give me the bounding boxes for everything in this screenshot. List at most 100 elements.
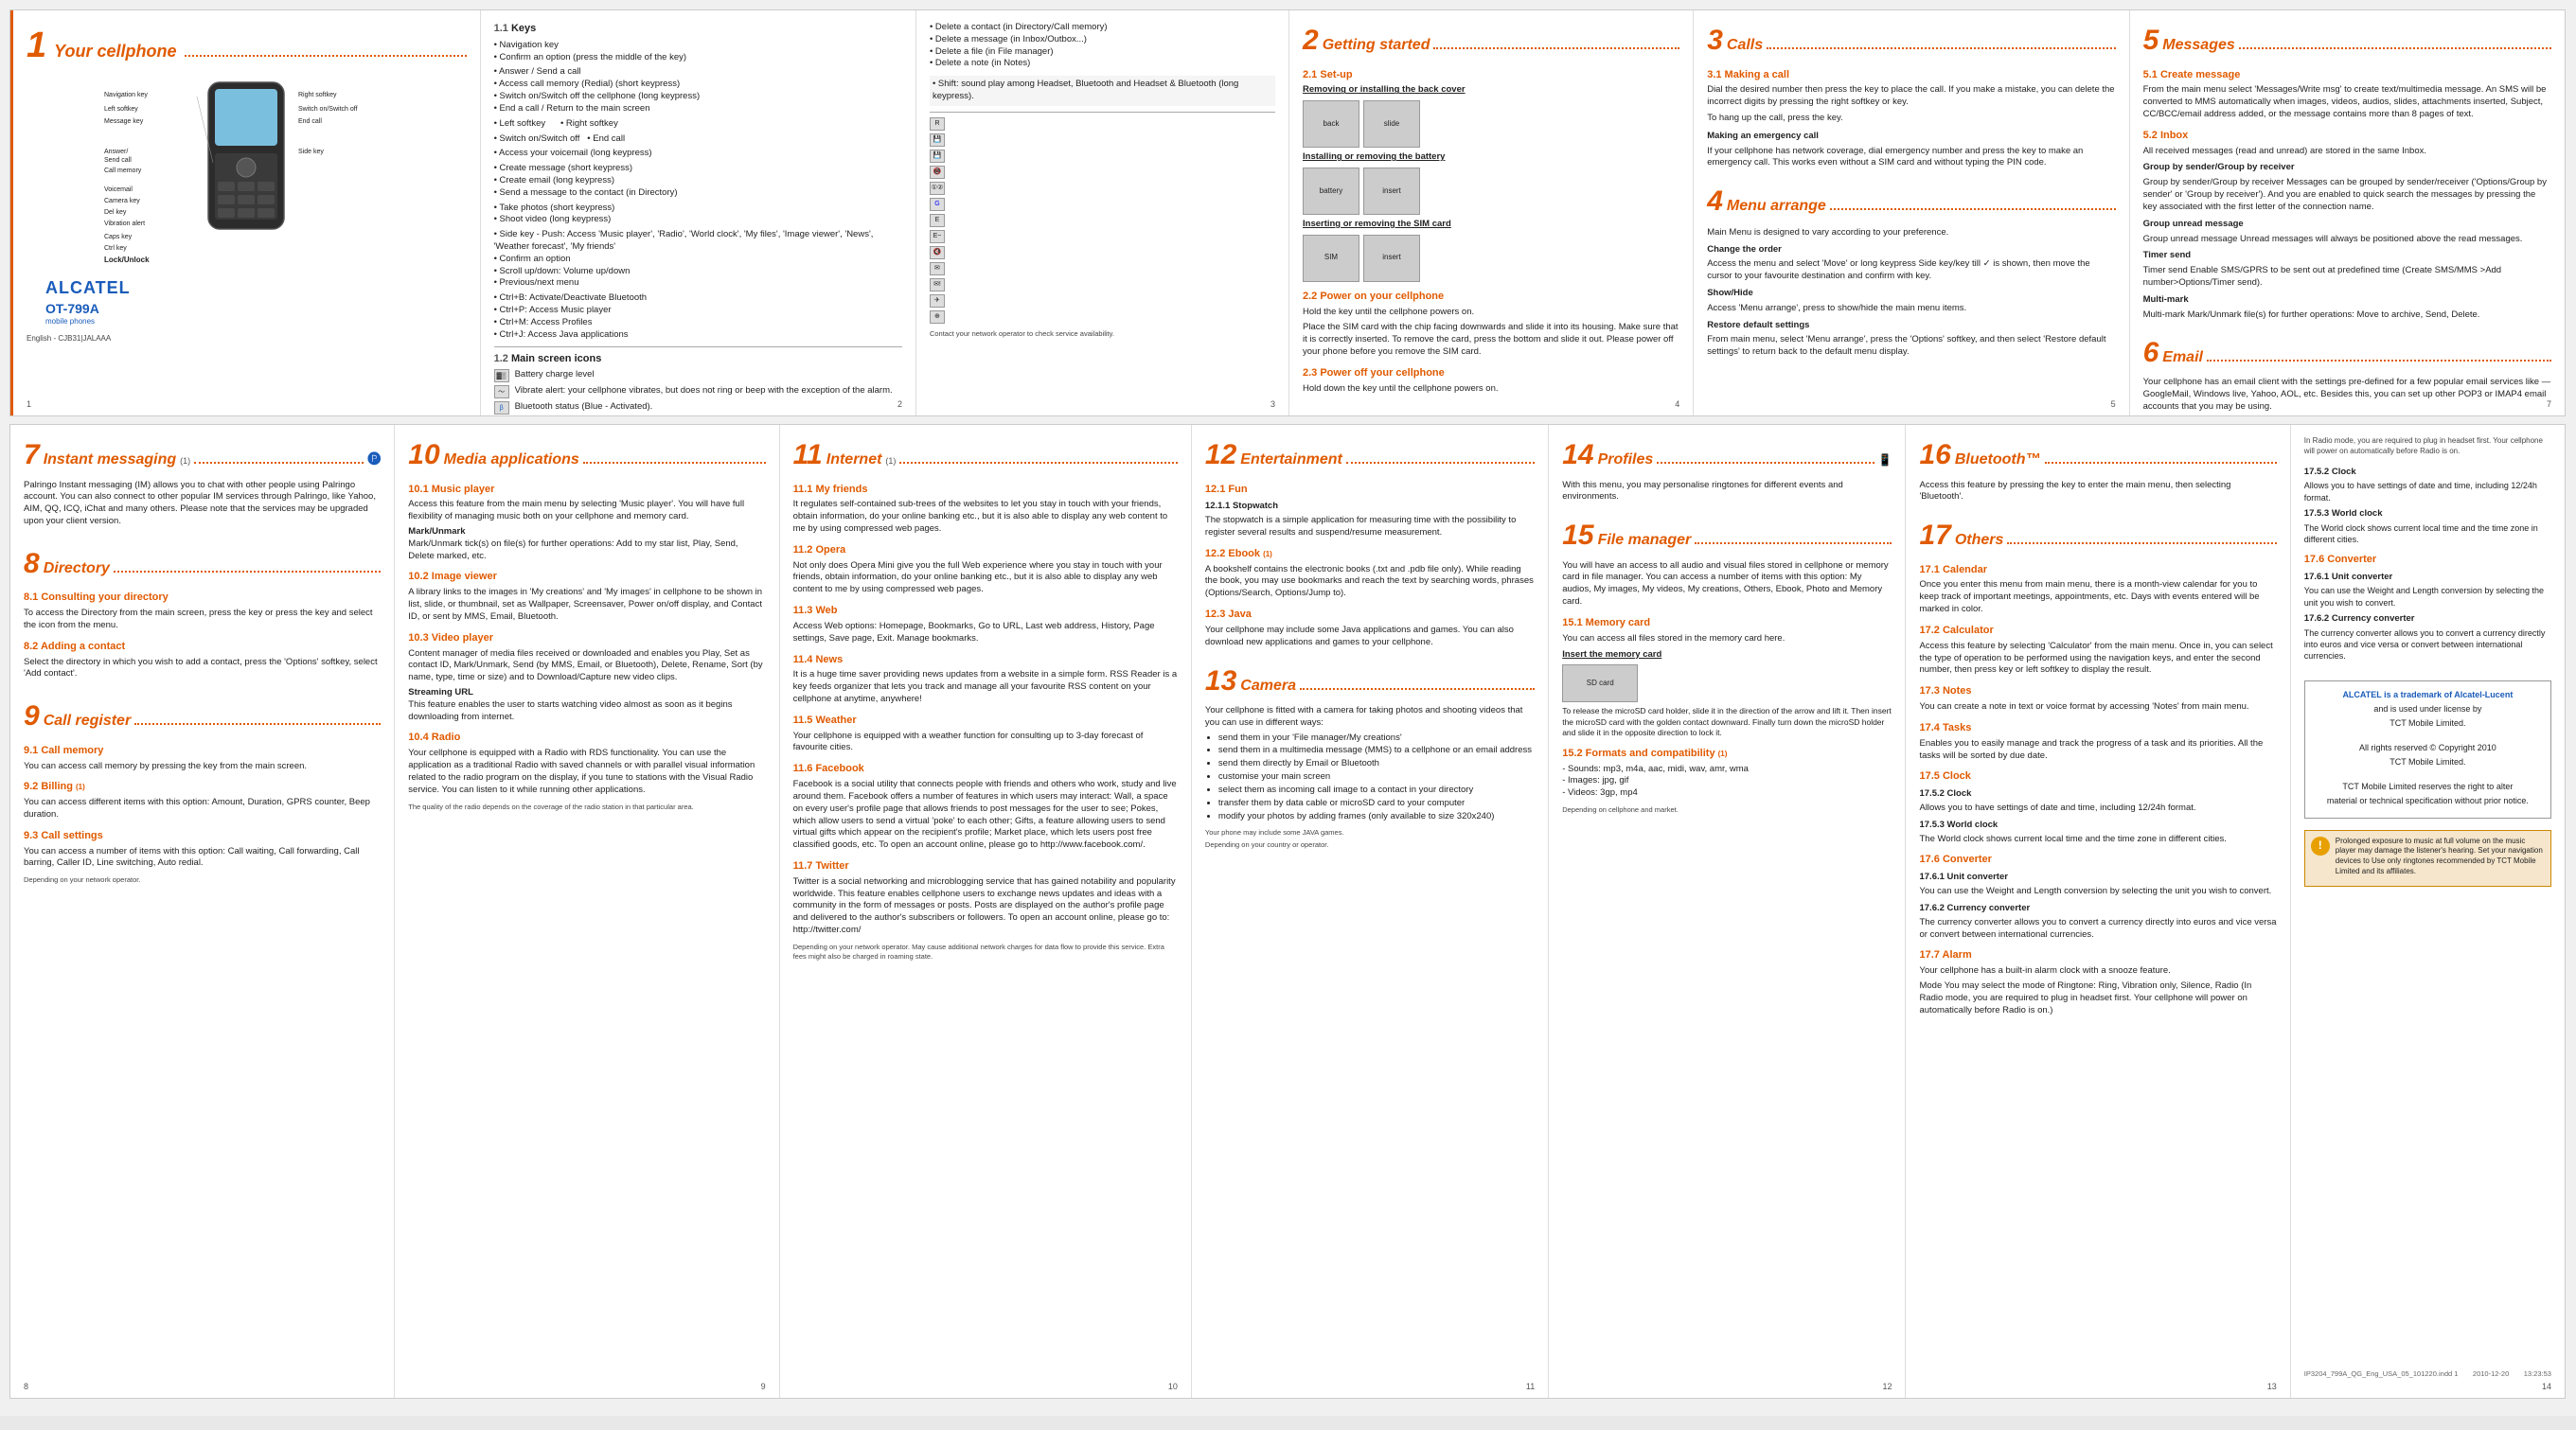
section-1-header: 1 Your cellphone <box>27 22 467 70</box>
mark-unmark: Mark/UnmarkMark/Unmark tick(s) on file(s… <box>408 526 765 562</box>
notes-text: You can create a note in text or voice f… <box>1919 701 2276 714</box>
col-bluetooth-others: 16 Bluetooth™ Access this feature by pre… <box>1906 425 2290 1398</box>
multi-text: Multi-mark Mark/Unmark file(s) for furth… <box>2143 309 2551 322</box>
edition-text: English - CJB31|JALAAA <box>27 334 111 343</box>
formats-title: 15.2 Formats and compatibility (1) <box>1562 747 1892 761</box>
svg-text:Voicemail: Voicemail <box>104 186 133 193</box>
stopwatch-sub-title: 12.1.1 Stopwatch <box>1205 501 1535 513</box>
removing-back: Removing or installing the back cover <box>1303 84 1679 97</box>
call-mem-text: You can access call memory by pressing t… <box>24 761 381 773</box>
svg-text:Right softkey: Right softkey <box>298 92 337 98</box>
mobile-label: mobile phones <box>27 317 467 327</box>
battery-install: Installing or removing the battery <box>1303 151 1679 164</box>
svg-text:Send call: Send call <box>104 157 132 164</box>
call-mem-title: 9.1 Call memory <box>24 744 381 758</box>
model-number: OT-799A <box>27 300 467 318</box>
calculator-text: Access this feature by selecting 'Calcul… <box>1919 641 2276 677</box>
vibrate-icon-row: 〜 Vibrate alert: your cellphone vibrates… <box>494 385 902 398</box>
music-player-title: 10.1 Music player <box>408 483 765 497</box>
java-title: 12.3 Java <box>1205 608 1535 622</box>
page-num-13: 13 <box>2267 1381 2277 1392</box>
inbox-title: 5.2 Inbox <box>2143 129 2551 143</box>
copyright-line1: ALCATEL is a trademark of Alcatel-Lucent <box>2313 689 2543 700</box>
news-text: It is a huge time saver providing news u… <box>793 669 1178 705</box>
email-text: Your cellphone has an email client with … <box>2143 377 2551 413</box>
svg-text:Side key: Side key <box>298 149 324 155</box>
page-num-9: 9 <box>761 1381 766 1392</box>
softkeys: • Left softkey • Right softkey <box>494 118 902 131</box>
my-friends-text: It regulates self-contained sub-trees of… <box>793 499 1178 535</box>
stopwatch-text: The stopwatch is a simple application fo… <box>1205 515 1535 539</box>
section-13-header: 13 Camera <box>1205 662 1535 701</box>
doc-date: 2010-12-20 <box>2473 1369 2509 1379</box>
keys-header: 1.1 Keys <box>494 22 902 36</box>
mem-release: To release the microSD card holder, slid… <box>1562 706 1892 738</box>
ebook-title: 12.2 Ebook (1) <box>1205 547 1535 561</box>
streaming-url: Streaming URLThis feature enables the us… <box>408 687 765 723</box>
msg-unread-row: ✉ <box>930 262 1275 275</box>
edge-conn-row: E~ <box>930 230 1275 243</box>
svg-text:End call: End call <box>298 118 322 125</box>
tasks-title: 17.4 Tasks <box>1919 721 2276 735</box>
section-15-header: 15 File manager <box>1562 517 1892 556</box>
add-contact-text: Select the directory in which you wish t… <box>24 657 381 681</box>
video-player-title: 10.3 Video player <box>408 631 765 645</box>
page-num-6: 7 <box>2547 398 2551 410</box>
svg-text:Message key: Message key <box>104 118 144 125</box>
power-off-text: Hold down the key until the cellphone po… <box>1303 383 1679 396</box>
multi-title: Multi-mark <box>2143 294 2551 307</box>
currency-conv-title: 17.6.2 Currency converter <box>1919 903 2276 915</box>
page-num-10: 10 <box>1168 1381 1178 1392</box>
tasks-text: Enables you to easily manage and track t… <box>1919 738 2276 763</box>
hang-up-text: To hang up the call, press the key. <box>1707 113 2115 125</box>
col-profiles: 14 Profiles 📱 With this menu, you may pe… <box>1549 425 1906 1398</box>
formats-text: - Sounds: mp3, m4a, aac, midi, wav, amr,… <box>1562 764 1892 800</box>
page-num-5: 5 <box>2111 398 2116 410</box>
timer-text: Timer send Enable SMS/GPRS to be sent ou… <box>2143 265 2551 290</box>
page-num-12: 12 <box>1882 1381 1892 1392</box>
alarm-section-title: 17.7 Alarm <box>1919 948 2276 962</box>
switch-keys: • Switch on/Switch off • End call <box>494 133 902 146</box>
warning-text: Prolonged exposure to music at full volu… <box>2336 837 2545 877</box>
calendar-text: Once you enter this menu from main menu,… <box>1919 579 2276 615</box>
section-6-header: 6 Email <box>2143 334 2551 373</box>
silence-row: 🔇 <box>930 246 1275 259</box>
web-text: Access Web options: Homepage, Bookmarks,… <box>793 621 1178 645</box>
notes-title: 17.3 Notes <box>1919 684 2276 698</box>
restore-text: From main menu, select 'Menu arrange', p… <box>1707 334 2115 359</box>
section-14-header: 14 Profiles 📱 <box>1562 436 1892 475</box>
setup-title: 2.1 Set-up <box>1303 68 1679 82</box>
svg-text:Left softkey: Left softkey <box>104 106 138 113</box>
battery-images: battery insert <box>1303 168 1679 215</box>
memory-card-text: You can access all files stored in the m… <box>1562 633 1892 645</box>
radio-text: Your cellphone is equipped with a Radio … <box>408 748 765 796</box>
profiles-text: With this menu, you may personalise ring… <box>1562 480 1892 504</box>
clock-section-title: 17.5 Clock <box>1919 769 2276 784</box>
col-media: 10 Media applications 10.1 Music player … <box>395 425 779 1398</box>
doc-footer: IP3204_799A_QG_Eng_USA_05_101220.indd 1 … <box>2304 1369 2551 1379</box>
memory-card-title: 15.1 Memory card <box>1562 616 1892 630</box>
call-keys: • Answer / Send a call• Access call memo… <box>494 66 902 115</box>
billing-text: You can access different items with this… <box>24 797 381 821</box>
twitter-text: Twitter is a social networking and micro… <box>793 876 1178 937</box>
svg-text:Vibration alert: Vibration alert <box>104 221 145 227</box>
footnote-9: Depending on your network operator. <box>24 875 381 885</box>
svg-text:Camera key: Camera key <box>104 198 140 204</box>
doc-time: 13:23:53 <box>2524 1369 2551 1379</box>
back-cover-images: back slide <box>1303 100 1679 148</box>
section-1-title: Your cellphone <box>54 40 176 62</box>
camera-uses: send them in your 'File manager/My creat… <box>1218 733 1535 823</box>
footnote-10: The quality of the radio depends on the … <box>408 803 765 812</box>
section-11-header: 11 Internet (1) <box>793 436 1178 475</box>
copyright-box: ALCATEL is a trademark of Alcatel-Lucent… <box>2304 680 2551 819</box>
billing-title: 9.2 Billing (1) <box>24 780 381 794</box>
phone-diagram: Navigation key Left softkey Message key … <box>27 78 467 267</box>
col-keys: 1.1 Keys • Navigation key• Confirm an op… <box>481 10 916 415</box>
opera-title: 11.2 Opera <box>793 543 1178 557</box>
world-clock-text: The World clock shows current local time… <box>1919 834 2276 846</box>
insert-mem: Insert the memory card <box>1562 649 1892 662</box>
power-off-title: 2.3 Power off your cellphone <box>1303 366 1679 380</box>
emergency-title: Making an emergency call <box>1707 131 2115 143</box>
power-on-title: 2.2 Power on your cellphone <box>1303 290 1679 304</box>
page-top: 1 Your cellphone <box>9 9 2566 416</box>
